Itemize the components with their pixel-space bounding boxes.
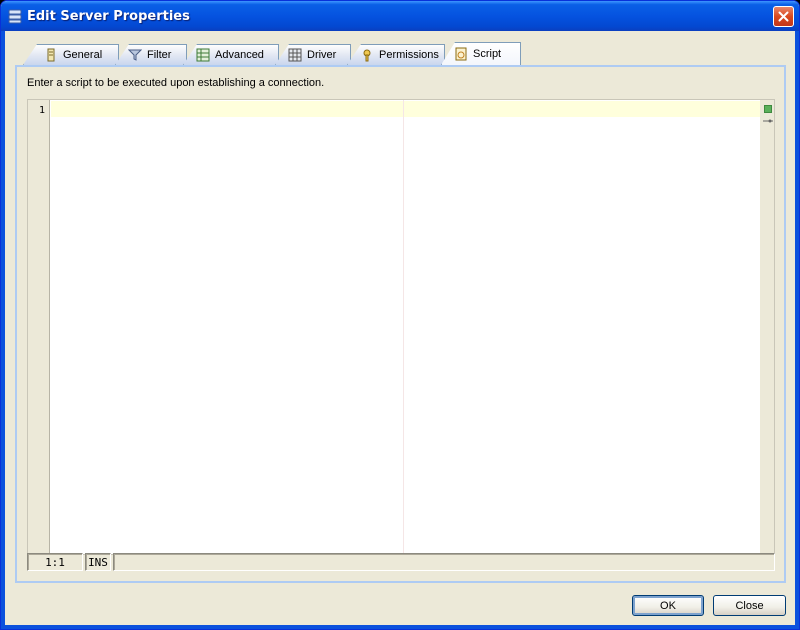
tab-label: Permissions [379, 49, 439, 61]
tab-label: Script [473, 48, 502, 60]
script-editor[interactable]: 1 [27, 99, 775, 555]
tab-label: General [63, 49, 103, 61]
window-frame-right [795, 31, 799, 629]
tab-permissions[interactable]: Permissions [347, 44, 445, 65]
tab-driver[interactable]: Driver [275, 44, 351, 65]
window-title: Edit Server Properties [27, 9, 190, 24]
line-number: 1 [38, 105, 45, 116]
filter-icon [127, 48, 143, 62]
right-margin-line [403, 100, 404, 554]
tab-label: Filter [147, 49, 172, 61]
pin-icon [763, 119, 773, 123]
tab-strip: General Filter Advanced Driver Permissio… [23, 42, 783, 66]
insert-mode: INS [85, 553, 111, 571]
title-bar[interactable]: Edit Server Properties [1, 1, 799, 31]
advanced-icon [196, 48, 210, 62]
error-stripe[interactable] [760, 100, 774, 554]
driver-icon [288, 48, 302, 62]
current-line-highlight [51, 101, 760, 117]
close-icon [778, 11, 789, 22]
tab-filter[interactable]: Filter [115, 44, 187, 65]
tab-advanced[interactable]: Advanced [183, 44, 279, 65]
window-close-button[interactable] [773, 6, 794, 27]
window-frame-bottom [1, 625, 799, 629]
editor-status-bar: 1:1 INS [27, 553, 775, 571]
general-icon [44, 48, 58, 62]
tab-label: Driver [307, 49, 337, 61]
permissions-icon [360, 48, 374, 62]
server-icon [7, 8, 23, 24]
status-ok-marker [764, 105, 772, 113]
close-button[interactable]: Close [713, 595, 786, 616]
tab-script[interactable]: Script [441, 42, 521, 65]
ok-button[interactable]: OK [632, 595, 704, 616]
tab-general[interactable]: General [23, 44, 119, 65]
script-instructions: Enter a script to be executed upon estab… [27, 77, 325, 89]
tab-label: Advanced [215, 49, 264, 61]
status-message [113, 553, 775, 571]
script-tab-panel: Enter a script to be executed upon estab… [15, 65, 786, 583]
script-icon [454, 47, 468, 61]
cursor-position: 1:1 [27, 553, 83, 571]
line-number-gutter: 1 [28, 100, 50, 554]
edit-server-properties-dialog: Edit Server Properties General Filter Ad… [0, 0, 800, 630]
window-frame-left [1, 31, 5, 629]
